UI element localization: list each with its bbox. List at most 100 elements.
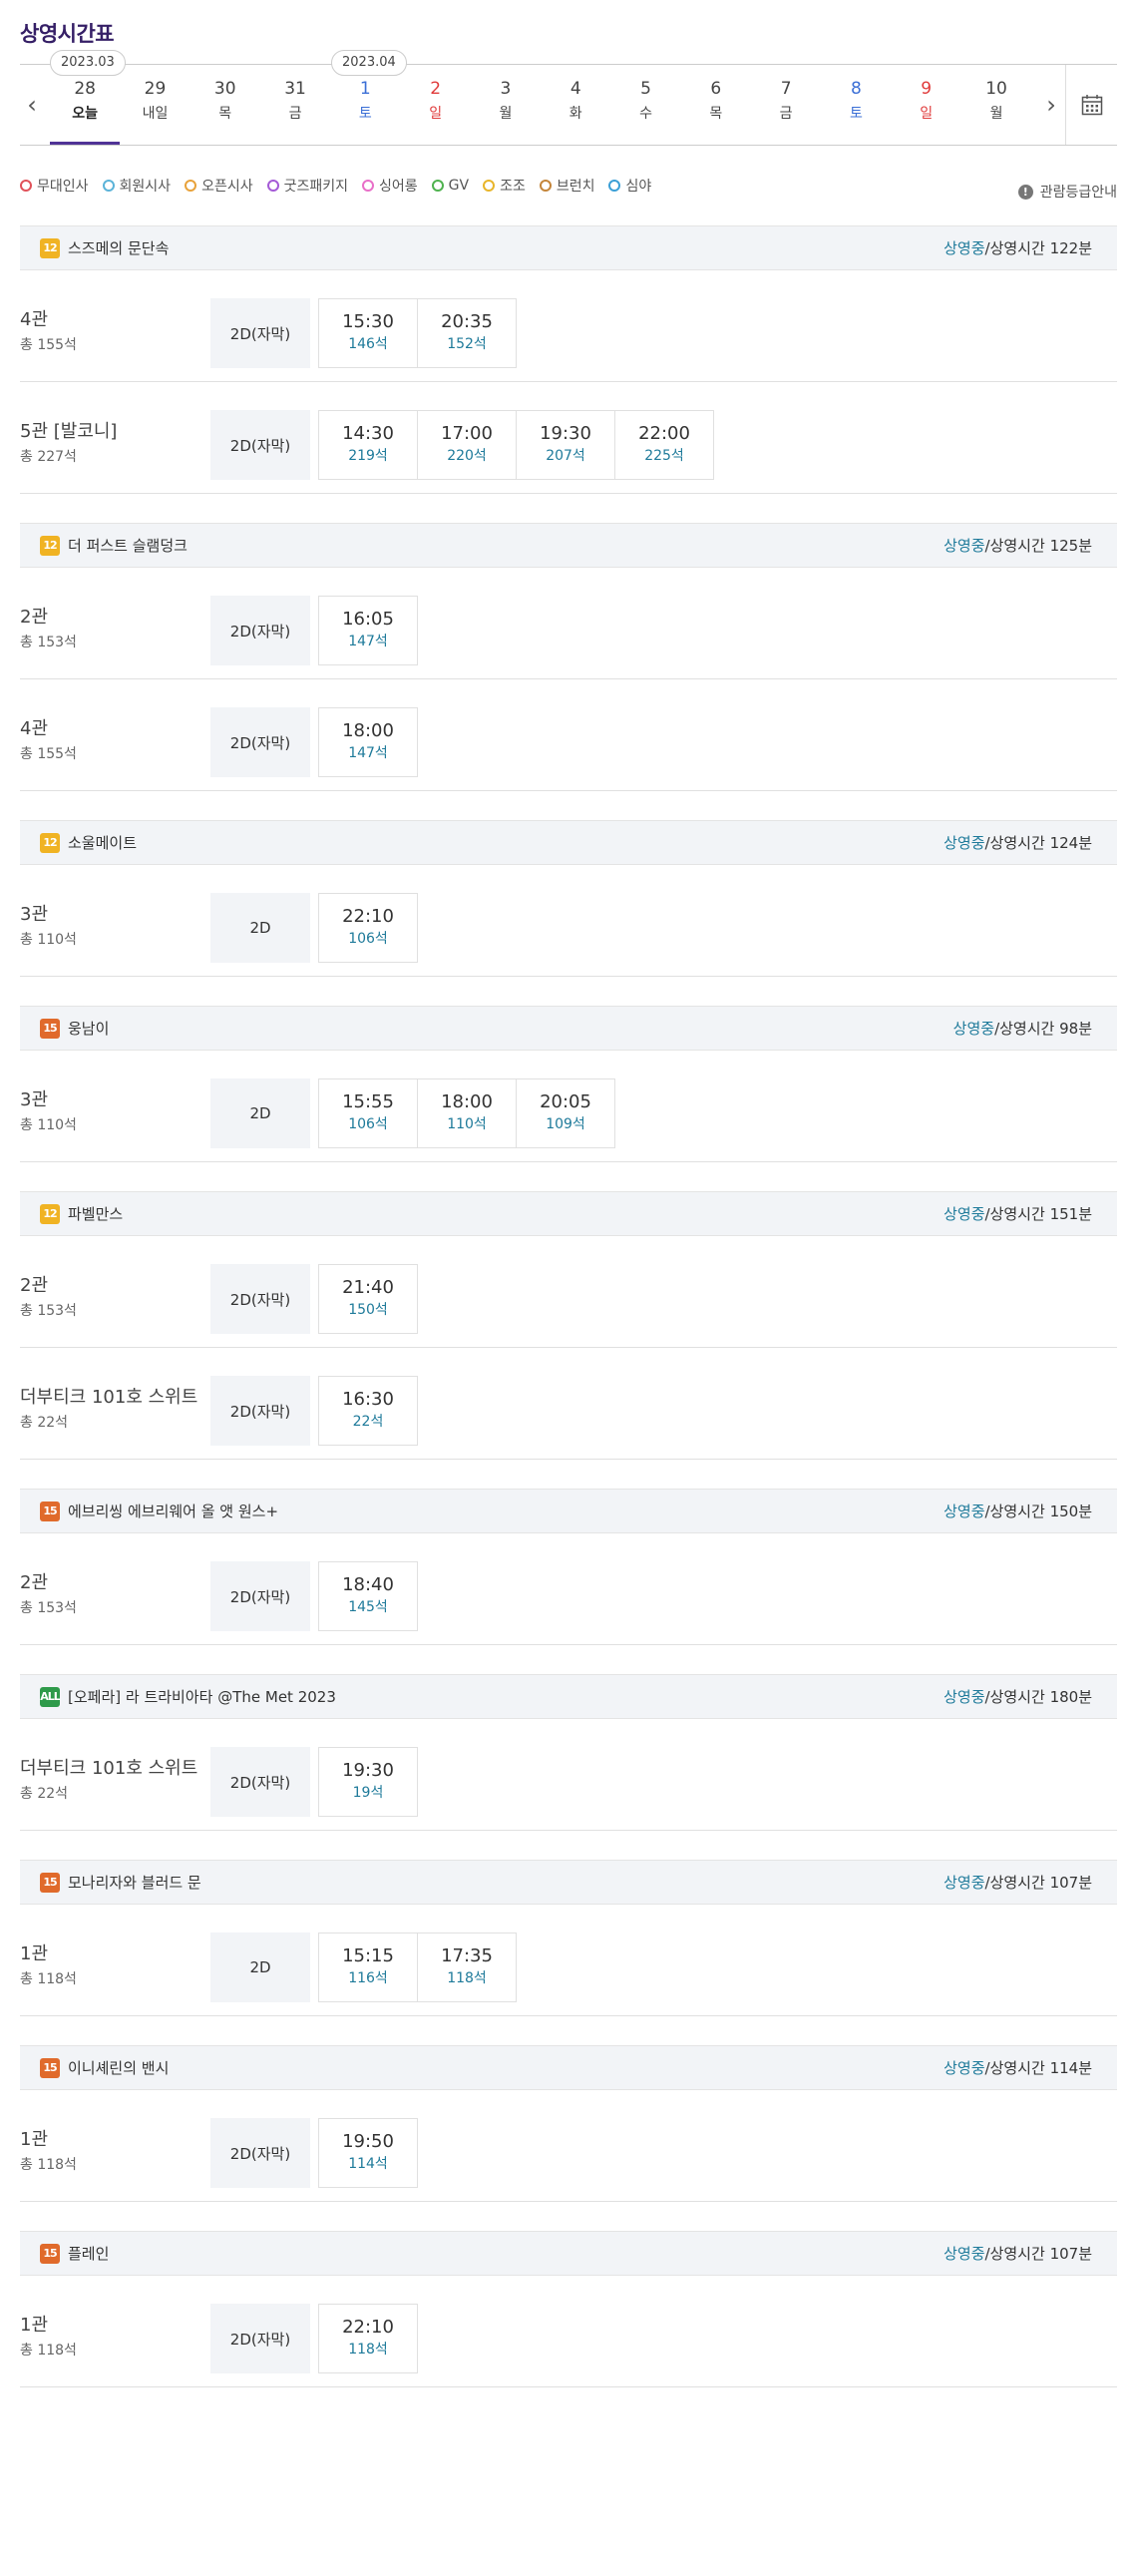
showtime-button[interactable]: 20:05 109석 bbox=[516, 1078, 615, 1148]
showtime-button[interactable]: 22:10 118석 bbox=[318, 2304, 418, 2373]
showtime-button[interactable]: 19:50 114석 bbox=[318, 2118, 418, 2188]
date-item[interactable]: 5수 bbox=[610, 65, 680, 145]
showtime-button[interactable]: 15:55 106석 bbox=[318, 1078, 418, 1148]
date-item[interactable]: 8토 bbox=[821, 65, 891, 145]
showtime-button[interactable]: 17:00 220석 bbox=[417, 410, 517, 480]
hall-name: 4관 bbox=[20, 718, 49, 739]
showtime-button[interactable]: 16:30 22석 bbox=[318, 1376, 418, 1446]
legend-marker-icon bbox=[362, 180, 374, 192]
movie-title-link[interactable]: 웅남이 bbox=[68, 1018, 953, 1039]
hall-row: 4관 총 155석 2D(자막) 18:00 147석 bbox=[20, 679, 1117, 791]
date-item[interactable]: 6목 bbox=[681, 65, 751, 145]
screen-format: 2D(자막) bbox=[210, 1747, 310, 1817]
screen-format: 2D(자막) bbox=[210, 298, 310, 368]
date-weekday: 목 bbox=[218, 106, 232, 122]
next-date-button[interactable]: › bbox=[1039, 65, 1063, 145]
date-number: 1 bbox=[359, 79, 371, 99]
legend-list: 무대인사 회원시사 오픈시사 굿즈패키지 싱어롱 GV 조조 브런치 심야 bbox=[20, 176, 665, 196]
showtime-button[interactable]: 18:00 110석 bbox=[417, 1078, 517, 1148]
movie-header: 12 소울메이트 상영중/상영시간 124분 bbox=[20, 820, 1117, 865]
date-item[interactable]: 31 금 bbox=[260, 65, 330, 145]
runtime-value: 150분 bbox=[1049, 1503, 1092, 1520]
movie-status: 상영중/상영시간 150분 bbox=[944, 1501, 1092, 1521]
showtime-time: 22:00 bbox=[638, 423, 690, 444]
movie-title-link[interactable]: 소울메이트 bbox=[68, 832, 944, 853]
movie-title-link[interactable]: 에브리씽 에브리웨어 올 앳 원스+ bbox=[68, 1501, 944, 1521]
legend-label: 회원시사 bbox=[119, 179, 172, 195]
date-item[interactable]: 1토 bbox=[330, 65, 400, 145]
prev-date-button[interactable]: ‹ bbox=[20, 65, 44, 145]
screening-status: 상영중 bbox=[944, 239, 985, 257]
movie-header: 15 웅남이 상영중/상영시간 98분 bbox=[20, 1006, 1117, 1051]
showtime-button[interactable]: 19:30 19석 bbox=[318, 1747, 418, 1817]
legend-item: 조조 bbox=[483, 176, 526, 196]
showtime-time: 14:30 bbox=[342, 423, 394, 444]
screen-format: 2D(자막) bbox=[210, 410, 310, 480]
movie-title-link[interactable]: 더 퍼스트 슬램덩크 bbox=[68, 535, 944, 556]
runtime-value: 107분 bbox=[1049, 2245, 1092, 2263]
showtime-button[interactable]: 20:35 152석 bbox=[417, 298, 517, 368]
date-navigation: 2023.03 2023.04 ‹ 28 오늘 29 내일 30 목 31 금 1 토 2 일 3 월 4 화… bbox=[20, 50, 1117, 146]
hall-row: 더부티크 101호 스위트 총 22석 2D(자막) 16:30 22석 bbox=[20, 1348, 1117, 1460]
showtime-button[interactable]: 17:35 118석 bbox=[417, 1932, 517, 2002]
showtime-seats: 150석 bbox=[348, 1302, 388, 1318]
showtime-button[interactable]: 19:30 207석 bbox=[516, 410, 615, 480]
date-weekday: 수 bbox=[639, 106, 652, 122]
date-item[interactable]: 7금 bbox=[751, 65, 821, 145]
hall-name: 2관 bbox=[20, 1275, 49, 1296]
showtime-seats: 118석 bbox=[348, 2342, 388, 2358]
date-item[interactable]: 29 내일 bbox=[120, 65, 190, 145]
legend-marker-icon bbox=[102, 180, 115, 192]
movie-status: 상영중/상영시간 125분 bbox=[944, 535, 1092, 556]
showtime-seats: 106석 bbox=[348, 931, 388, 947]
movie-title-link[interactable]: [오페라] 라 트라비아타 @The Met 2023 bbox=[68, 1686, 944, 1707]
showtime-button[interactable]: 18:40 145석 bbox=[318, 1561, 418, 1631]
movie-title-link[interactable]: 플레인 bbox=[68, 2243, 944, 2264]
showtime-seats: 207석 bbox=[546, 448, 585, 464]
date-item[interactable]: 4화 bbox=[541, 65, 610, 145]
showtime-button[interactable]: 22:00 225석 bbox=[614, 410, 714, 480]
hall-total-seats: 총 155석 bbox=[20, 746, 77, 762]
showtime-button[interactable]: 18:00 147석 bbox=[318, 707, 418, 777]
date-item[interactable]: 10 월 bbox=[961, 65, 1031, 145]
legend-label: 심야 bbox=[625, 179, 652, 195]
rating-info-link[interactable]: ! 관람등급안내 bbox=[1017, 182, 1117, 202]
showtime-button[interactable]: 15:15 116석 bbox=[318, 1932, 418, 2002]
rating-info-label: 관람등급안내 bbox=[1039, 185, 1117, 201]
screen-format: 2D(자막) bbox=[210, 1561, 310, 1631]
date-item[interactable]: 28 오늘 bbox=[50, 65, 121, 145]
movie-status: 상영중/상영시간 114분 bbox=[944, 2057, 1092, 2078]
age-rating-icon: 15 bbox=[40, 1872, 60, 1893]
date-item[interactable]: 30 목 bbox=[190, 65, 260, 145]
showtime-seats: 109석 bbox=[546, 1116, 585, 1132]
runtime-prefix: /상영시간 bbox=[984, 1688, 1050, 1706]
date-number: 31 bbox=[284, 79, 306, 99]
movie-title-link[interactable]: 파벨만스 bbox=[68, 1203, 944, 1224]
runtime-value: 122분 bbox=[1049, 239, 1092, 257]
screening-status: 상영중 bbox=[944, 834, 985, 852]
calendar-button[interactable] bbox=[1065, 65, 1117, 145]
showtime-button[interactable]: 14:30 219석 bbox=[318, 410, 418, 480]
showtime-button[interactable]: 22:10 106석 bbox=[318, 893, 418, 963]
legend-marker-icon bbox=[20, 180, 32, 192]
date-number: 7 bbox=[780, 79, 792, 99]
hall-total-seats: 총 153석 bbox=[20, 1303, 77, 1319]
date-weekday: 일 bbox=[429, 106, 443, 122]
legend-item: 무대인사 bbox=[20, 176, 89, 196]
movie-title-link[interactable]: 모나리자와 블러드 문 bbox=[68, 1872, 944, 1893]
legend-item: 싱어롱 bbox=[362, 176, 418, 196]
movie-title-link[interactable]: 이니셰린의 밴시 bbox=[68, 2057, 944, 2078]
date-number: 29 bbox=[144, 79, 167, 99]
showtime-button[interactable]: 15:30 146석 bbox=[318, 298, 418, 368]
hall-row: 1관 총 118석 2D 15:15 116석 17:35 118석 bbox=[20, 1905, 1117, 2016]
movie-title-link[interactable]: 스즈메의 문단속 bbox=[68, 237, 944, 258]
showtime-seats: 147석 bbox=[348, 634, 388, 649]
date-item[interactable]: 3월 bbox=[471, 65, 541, 145]
movie-header: 15 플레인 상영중/상영시간 107분 bbox=[20, 2231, 1117, 2276]
date-weekday: 목 bbox=[709, 106, 723, 122]
calendar-icon bbox=[1081, 95, 1102, 116]
date-item[interactable]: 9일 bbox=[892, 65, 961, 145]
showtime-button[interactable]: 21:40 150석 bbox=[318, 1264, 418, 1334]
date-item[interactable]: 2일 bbox=[400, 65, 470, 145]
showtime-button[interactable]: 16:05 147석 bbox=[318, 596, 418, 665]
